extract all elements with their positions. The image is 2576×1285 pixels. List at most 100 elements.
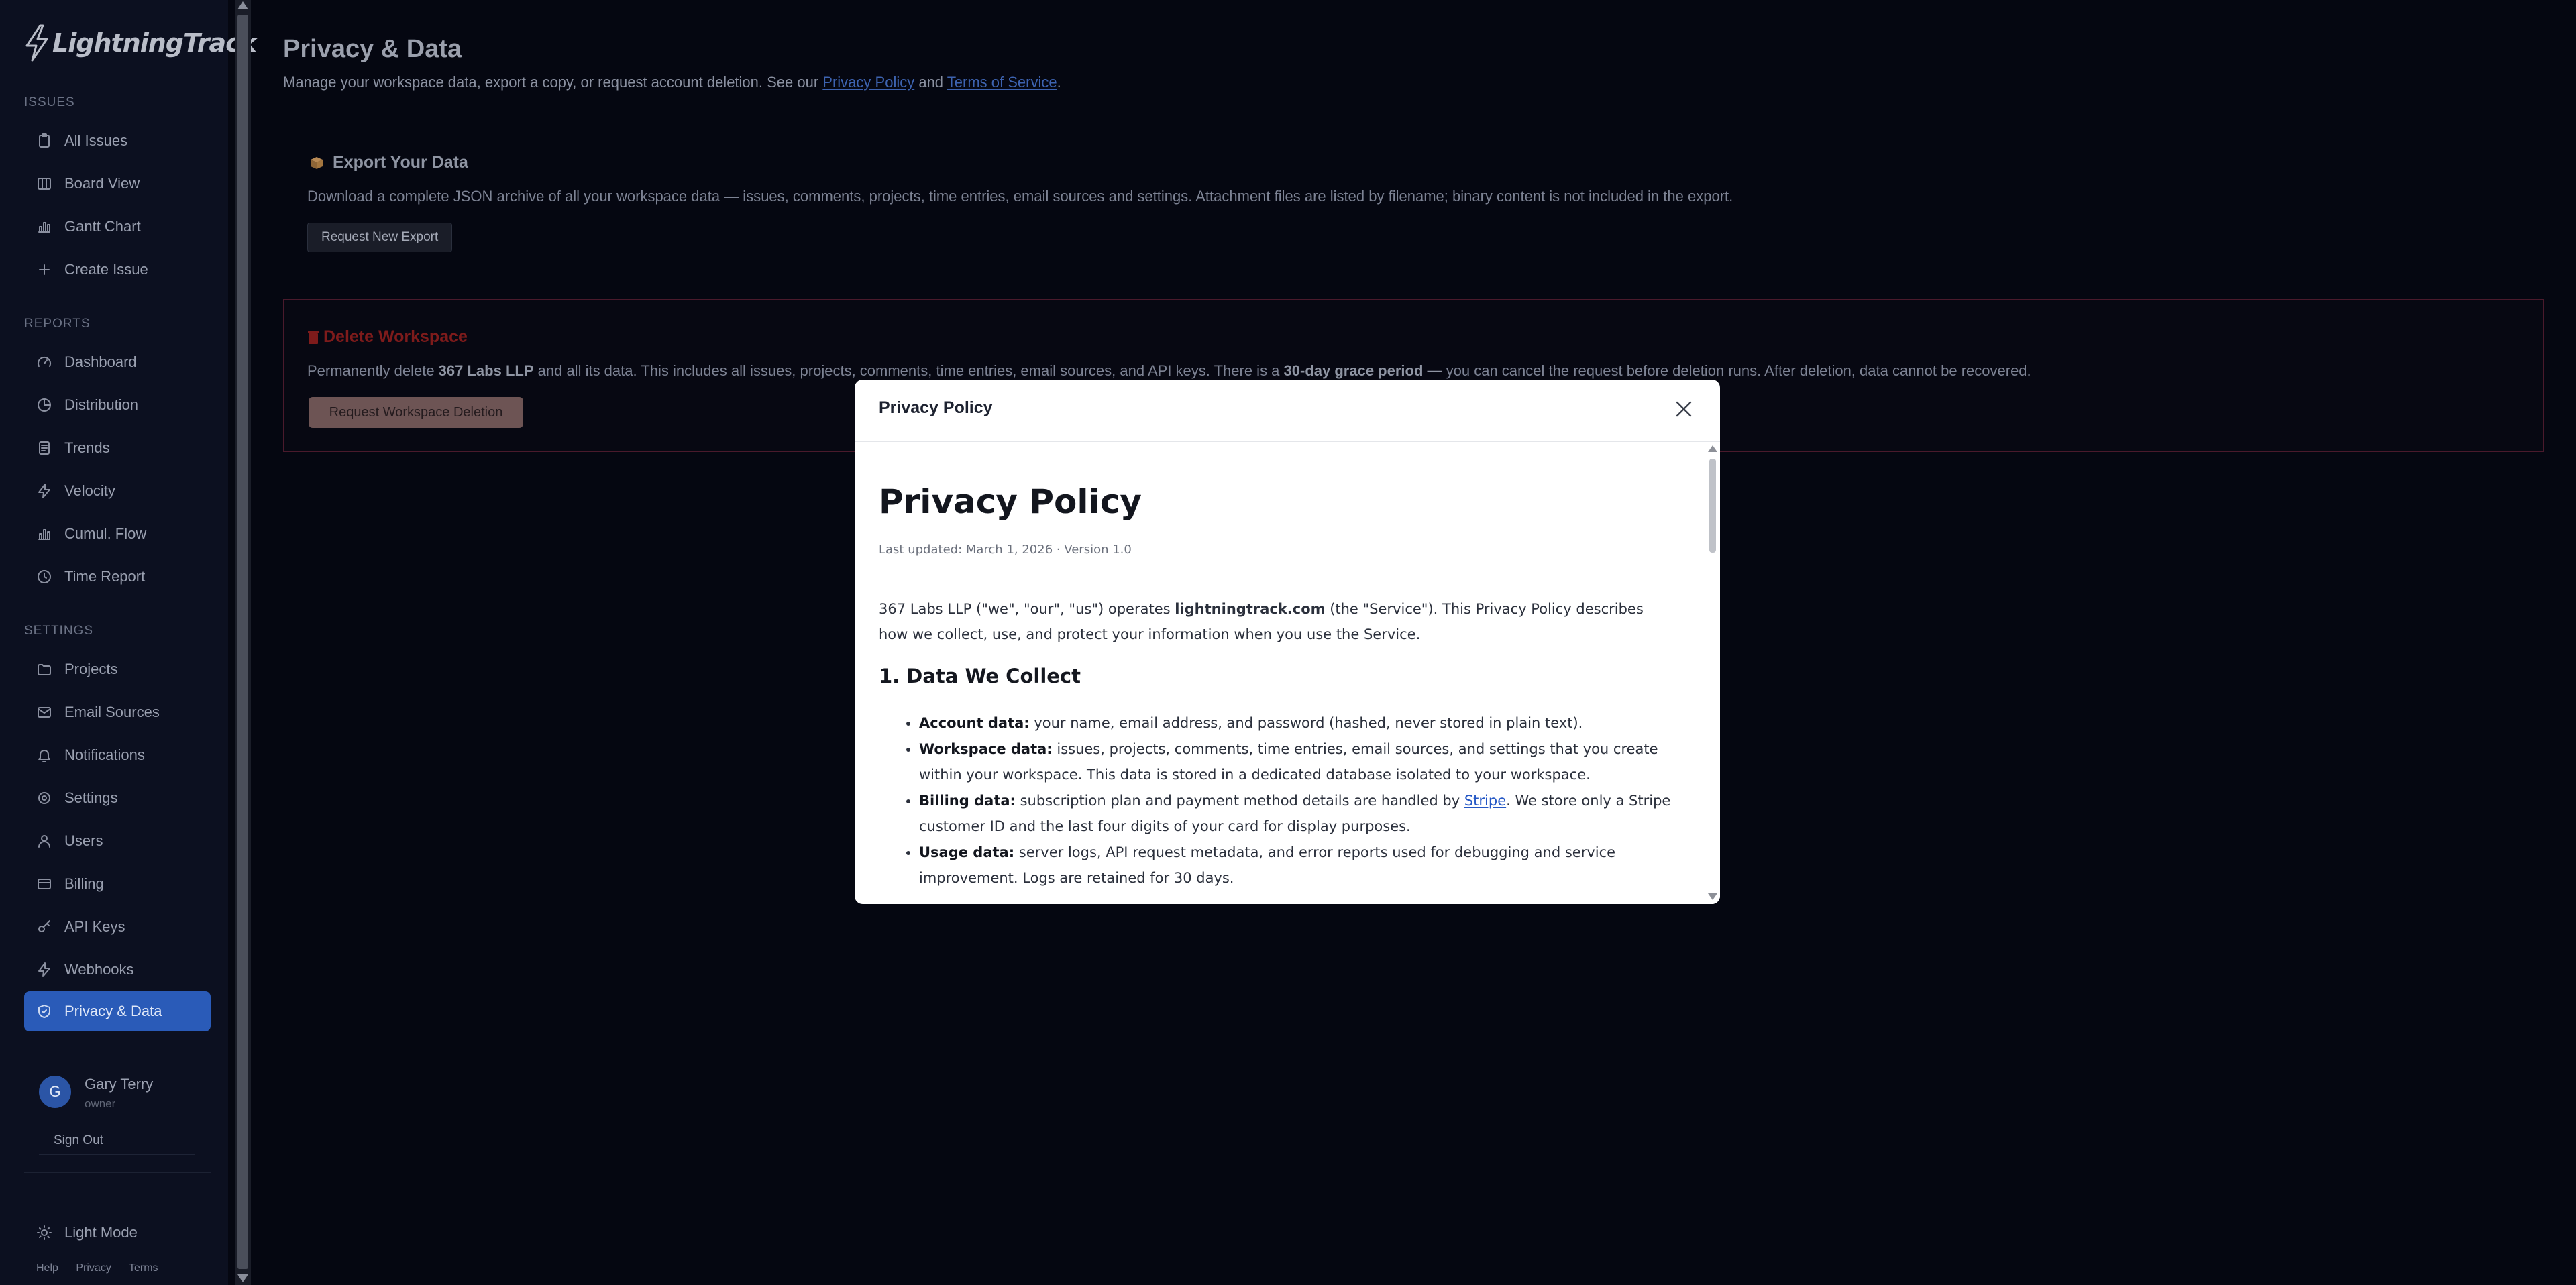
sidebar-item-label: Distribution [64,396,139,413]
key-icon [36,919,52,935]
modal-scroll-up-icon[interactable] [1708,445,1717,452]
sidebar-item-label: API Keys [64,918,125,935]
package-icon [311,156,323,169]
folder-icon [36,661,52,677]
list-item-label: Workspace data: [919,740,1053,757]
logo[interactable]: LightningTrack [23,24,257,62]
sidebar-item-billing[interactable]: Billing [24,864,211,904]
clipboard-icon [36,133,52,149]
subtitle-and: and [914,74,947,91]
bell-icon [36,747,52,763]
request-workspace-deletion-button[interactable]: Request Workspace Deletion [309,397,523,428]
trash-icon [308,331,319,344]
workspace-name: 367 Labs LLP [438,362,534,379]
subtitle-suffix: . [1057,74,1061,91]
sidebar-item-webhooks[interactable]: Webhooks [24,950,211,990]
modal-title: Privacy Policy [879,398,993,417]
footer-links: Help Privacy Terms [36,1262,173,1274]
user-role: owner [85,1097,116,1110]
section-label-settings: SETTINGS [24,624,94,638]
policy-meta: Last updated: March 1, 2026 · Version 1.… [879,543,1132,557]
sidebar-item-label: Privacy & Data [64,1003,162,1019]
shield-icon [36,1003,52,1019]
delete-desc-part: Permanently delete [307,362,439,379]
user-icon [36,833,52,849]
export-title: Export Your Data [309,153,468,172]
sidebar-item-gantt-chart[interactable]: Gantt Chart [24,207,211,247]
sidebar-item-label: All Issues [64,132,128,149]
clock-icon [36,569,52,585]
plus-icon [36,262,52,278]
sidebar-item-label: Email Sources [64,704,160,720]
sidebar-item-email-sources[interactable]: Email Sources [24,692,211,732]
sidebar-item-label: Time Report [64,568,146,585]
sidebar-item-time-report[interactable]: Time Report [24,557,211,597]
delete-title-text: Delete Workspace [323,327,468,346]
delete-description: Permanently delete 367 Labs LLP and all … [307,362,2031,380]
footer-link-help[interactable]: Help [36,1262,58,1274]
page-subtitle: Manage your workspace data, export a cop… [283,74,1061,91]
stripe-link[interactable]: Stripe [1464,793,1506,809]
terms-of-service-link[interactable]: Terms of Service [947,74,1057,91]
sidebar-item-label: Users [64,832,103,849]
sidebar-item-api-keys[interactable]: API Keys [24,907,211,947]
sidebar-item-label: Board View [64,175,140,192]
sidebar-item-label: Trends [64,439,110,456]
list-item: Billing data: subscription plan and paym… [919,788,1684,840]
light-mode-toggle[interactable]: Light Mode [24,1213,211,1253]
list-item-text: your name, email address, and password (… [1029,715,1583,731]
lightning-logo-icon [25,24,48,62]
modal-header: Privacy Policy [855,380,1720,442]
sign-out-button[interactable]: Sign Out [39,1127,195,1155]
sidebar-item-velocity[interactable]: Velocity [24,471,211,511]
sidebar-item-privacy-data[interactable]: Privacy & Data [24,991,211,1031]
modal-scroll-down-icon[interactable] [1708,893,1717,900]
sidebar-item-label: Projects [64,661,118,677]
sidebar-item-create-issue[interactable]: Create Issue [24,249,211,290]
list-item-label: Usage data: [919,844,1015,860]
modal-body[interactable]: Privacy Policy Last updated: March 1, 20… [855,442,1705,904]
light-mode-label: Light Mode [64,1224,138,1241]
privacy-policy-link[interactable]: Privacy Policy [822,74,914,91]
sidebar-item-dashboard[interactable]: Dashboard [24,342,211,382]
export-title-text: Export Your Data [333,153,468,172]
sun-icon [36,1225,52,1241]
scroll-up-arrow-icon[interactable] [237,1,248,9]
list-item: Usage data: server logs, API request met… [919,840,1684,891]
sidebar-item-settings[interactable]: Settings [24,778,211,818]
sidebar-item-all-issues[interactable]: All Issues [24,121,211,161]
policy-intro: 367 Labs LLP ("we", "our", "us") operate… [879,596,1670,647]
footer-link-privacy[interactable]: Privacy [76,1262,111,1274]
sidebar-divider [24,1172,211,1173]
pie-chart-icon [36,397,52,413]
sidebar-item-label: Webhooks [64,961,134,978]
data-collected-list: Account data: your name, email address, … [879,710,1684,891]
page-title: Privacy & Data [283,35,462,63]
bar-chart-icon [36,219,52,235]
sidebar-item-board-view[interactable]: Board View [24,164,211,204]
request-new-export-button[interactable]: Request New Export [307,223,453,252]
document-icon [36,440,52,456]
sidebar-item-projects[interactable]: Projects [24,649,211,689]
sidebar-item-notifications[interactable]: Notifications [24,735,211,775]
footer-link-terms[interactable]: Terms [129,1262,158,1274]
list-item-text: subscription plan and payment method det… [1015,792,1464,809]
policy-heading: Privacy Policy [879,482,1142,521]
close-button[interactable] [1672,397,1696,421]
user-profile[interactable]: G Gary Terry owner [39,1076,153,1110]
sidebar-item-users[interactable]: Users [24,821,211,861]
sidebar-item-trends[interactable]: Trends [24,428,211,468]
bolt-icon [36,962,52,978]
section-label-issues: ISSUES [24,95,75,109]
sidebar-scrollbar-thumb[interactable] [237,15,248,1269]
app-root: LightningTrack ISSUES All Issues Board V… [0,0,2576,1285]
sidebar-item-label: Billing [64,875,104,892]
scroll-down-arrow-icon[interactable] [237,1274,248,1282]
sidebar-item-label: Notifications [64,746,145,763]
list-item: Workspace data: issues, projects, commen… [919,736,1684,788]
sidebar-item-cumul-flow[interactable]: Cumul. Flow [24,514,211,554]
sidebar-item-distribution[interactable]: Distribution [24,385,211,425]
sidebar-item-label: Cumul. Flow [64,525,147,542]
modal-scrollbar-thumb[interactable] [1709,459,1716,553]
delete-desc-part: and all its data. This includes all issu… [533,362,1284,379]
